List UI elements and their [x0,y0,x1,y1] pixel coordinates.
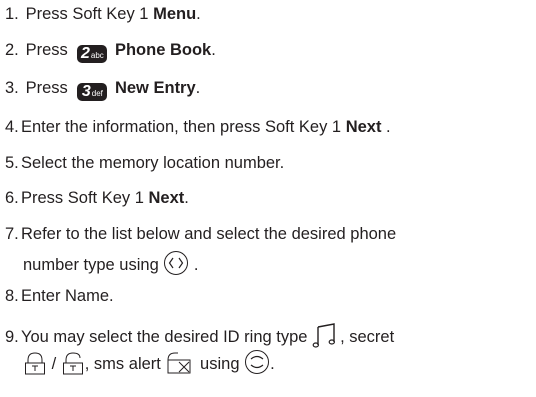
music-note-icon [312,322,340,348]
step-text: Select the memory location number. [21,154,285,172]
step-number: 9. [5,328,19,346]
key-3-icon: 3def [77,83,108,101]
step-8: 8. Enter Name. [5,286,114,306]
step-text: number type using [23,256,159,274]
step-text: Press [25,79,68,97]
step-text: using [195,355,240,373]
next-label: Next [148,189,185,207]
step-punct: . [195,79,201,97]
step-3: 3. Press 3def New Entry. [5,78,200,101]
phone-book-label: Phone Book [114,41,212,59]
unlock-icon [61,351,85,375]
step-text: Press [25,41,68,59]
nav-up-down-icon [244,349,270,375]
step-text: Press Soft Key 1 [21,189,149,207]
step-text: Refer to the list below and select the d… [21,225,397,243]
step-number: 2. [5,41,19,59]
new-entry-label: New Entry [114,79,196,97]
step-number: 7. [5,225,19,243]
nav-left-right-icon [163,250,189,276]
step-number: 6. [5,189,19,207]
step-text: You may select the desired ID ring type [21,328,308,346]
step-7: 7. Refer to the list below and select the… [5,224,396,244]
step-text: , secret [340,328,395,346]
step-punct: . [211,41,216,59]
key-digit: 2 [80,45,90,62]
key-letters: abc [90,51,104,60]
key-digit: 3 [81,83,91,100]
step-punct: . [189,256,199,274]
key-letters: def [91,89,103,98]
step-number: 5. [5,154,19,172]
instruction-page: 1. Press Soft Key 1 Menu. 2. Press 2abc … [0,0,536,397]
step-punct: . [196,5,201,23]
step-7-line-2: number type using . [23,250,199,276]
step-text: Enter Name. [21,287,114,305]
separator: / [47,355,61,373]
step-text: Press Soft Key 1 [25,5,154,23]
step-4: 4. Enter the information, then press Soft… [5,117,391,137]
menu-label: Menu [153,5,197,23]
step-1: 1. Press Soft Key 1 Menu. [5,4,201,24]
next-label: Next [345,118,382,136]
key-2-icon: 2abc [77,45,108,63]
step-9: 9. You may select the desired ID ring typ… [5,322,394,348]
step-5: 5. Select the memory location number. [5,153,284,173]
step-text: , sms alert [84,355,161,373]
step-6: 6. Press Soft Key 1 Next. [5,188,189,208]
step-2: 2. Press 2abc Phone Book. [5,40,216,63]
step-number: 3. [5,79,19,97]
lock-icon [23,351,47,375]
step-9-line-2: / , sms alert using . [23,349,275,375]
step-punct: . [270,355,275,373]
step-number: 1. [5,5,19,23]
step-number: 8. [5,287,19,305]
step-number: 4. [5,118,19,136]
step-punct: . [381,118,391,136]
message-icon [165,351,195,375]
step-punct: . [184,189,189,207]
step-text: Enter the information, then press Soft K… [21,118,346,136]
